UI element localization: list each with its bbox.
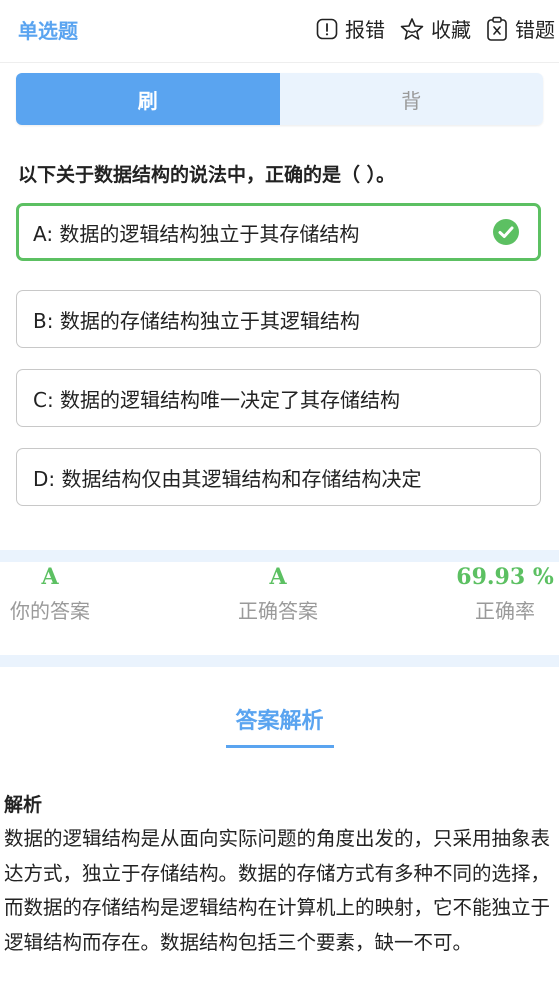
wrong-book-button[interactable]: 错题 (485, 14, 555, 43)
practice-mode-tab[interactable]: 刷 (16, 73, 280, 125)
top-bar: 单选题 报错 收藏 错题 (0, 0, 559, 63)
option-a-text: A: 数据的逻辑结构独立于其存储结构 (33, 221, 360, 246)
divider-band (0, 655, 559, 667)
option-b-text: B: 数据的存储结构独立于其逻辑结构 (33, 308, 360, 333)
star-icon (400, 17, 424, 40)
favorite-label: 收藏 (431, 18, 471, 42)
wrong-book-label: 错题 (515, 18, 555, 42)
favorite-button[interactable]: 收藏 (399, 14, 471, 43)
answer-stats: A 你的答案 A 正确答案 69.93 % 正确率 (0, 563, 559, 655)
report-error-button[interactable]: 报错 (315, 14, 385, 43)
analysis-title-underline (226, 745, 334, 748)
practice-mode-label: 刷 (137, 88, 158, 113)
option-c[interactable]: C: 数据的逻辑结构唯一决定了其存储结构 (16, 369, 541, 427)
your-answer-label: 你的答案 (10, 599, 90, 623)
question-type-label: 单选题 (18, 19, 78, 43)
correct-answer-label: 正确答案 (238, 599, 318, 623)
correct-answer-value: A (269, 564, 287, 590)
mode-toggle: 刷 背 (16, 73, 543, 125)
wrong-book-icon (487, 16, 507, 41)
your-answer-stat: A 你的答案 (0, 563, 100, 624)
accuracy-stat: 69.93 % 正确率 (451, 563, 559, 624)
your-answer-value: A (41, 564, 59, 590)
option-a[interactable]: A: 数据的逻辑结构独立于其存储结构 (16, 203, 541, 261)
option-b[interactable]: B: 数据的存储结构独立于其逻辑结构 (16, 290, 541, 348)
memorize-mode-label: 背 (401, 88, 422, 113)
accuracy-label: 正确率 (475, 599, 535, 623)
option-d-text: D: 数据结构仅由其逻辑结构和存储结构决定 (33, 466, 422, 491)
correct-answer-stat: A 正确答案 (228, 563, 328, 624)
analysis-title: 答案解析 (235, 709, 324, 734)
analysis-body: 数据的逻辑结构是从面向实际问题的角度出发的，只采用抽象表达方式，独立于存储结构。… (4, 827, 551, 954)
report-error-label: 报错 (345, 18, 385, 42)
divider-band (0, 550, 559, 562)
report-icon (316, 18, 338, 39)
check-circle-icon (493, 219, 519, 245)
analysis-label: 解析 (4, 794, 43, 816)
accuracy-value: 69.93 % (456, 564, 554, 590)
option-d[interactable]: D: 数据结构仅由其逻辑结构和存储结构决定 (16, 448, 541, 506)
question-text: 以下关于数据结构的说法中，正确的是（ ）。 (18, 164, 396, 186)
action-bar: 报错 收藏 错题 (301, 14, 555, 43)
option-c-text: C: 数据的逻辑结构唯一决定了其存储结构 (33, 387, 401, 412)
memorize-mode-tab[interactable]: 背 (279, 73, 543, 125)
